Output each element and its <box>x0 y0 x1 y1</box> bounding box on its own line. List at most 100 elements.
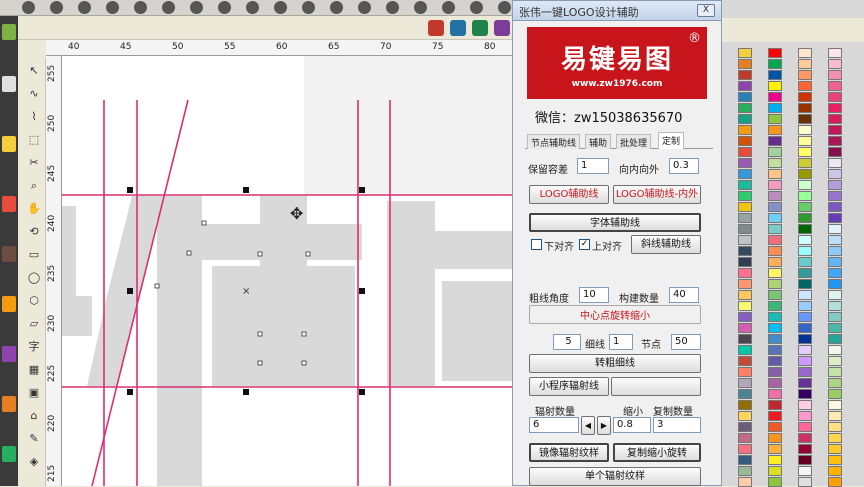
thick-angle-input[interactable]: 10 <box>579 287 609 303</box>
color-swatch[interactable] <box>738 246 752 256</box>
color-swatch[interactable] <box>798 48 812 58</box>
color-swatch[interactable] <box>828 433 842 443</box>
toolbar-icon[interactable] <box>50 1 63 14</box>
color-swatch[interactable] <box>768 213 782 223</box>
color-swatch[interactable] <box>738 81 752 91</box>
color-swatch[interactable] <box>738 323 752 333</box>
color-swatch[interactable] <box>738 136 752 146</box>
color-swatch[interactable] <box>768 257 782 267</box>
color-swatch[interactable] <box>738 180 752 190</box>
color-swatch[interactable] <box>768 312 782 322</box>
color-swatch[interactable] <box>768 422 782 432</box>
thin-input[interactable]: 1 <box>609 334 633 350</box>
color-swatch[interactable] <box>828 92 842 102</box>
color-swatch[interactable] <box>798 169 812 179</box>
tab-node-guides[interactable]: 节点辅助线 <box>527 134 581 149</box>
color-swatch[interactable] <box>738 92 752 102</box>
toolbar-icon[interactable] <box>386 1 399 14</box>
color-swatch[interactable] <box>828 466 842 476</box>
color-swatch[interactable] <box>798 301 812 311</box>
color-swatch[interactable] <box>828 114 842 124</box>
color-swatch[interactable] <box>828 301 842 311</box>
color-swatch[interactable] <box>768 367 782 377</box>
color-swatch[interactable] <box>828 158 842 168</box>
color-swatch[interactable] <box>738 301 752 311</box>
logo-guide-inout-button[interactable]: LOGO辅助线-内外 <box>613 185 701 204</box>
tool-icon[interactable]: ⬡ <box>25 292 43 310</box>
color-swatch[interactable] <box>828 81 842 91</box>
color-swatch[interactable] <box>828 257 842 267</box>
color-swatch[interactable] <box>768 378 782 388</box>
color-swatch[interactable] <box>768 455 782 465</box>
color-swatch[interactable] <box>798 400 812 410</box>
tab-custom[interactable]: 定制 <box>658 132 685 149</box>
color-swatch[interactable] <box>738 312 752 322</box>
color-swatch[interactable] <box>798 70 812 80</box>
color-palette[interactable] <box>722 0 864 487</box>
color-swatch[interactable] <box>768 48 782 58</box>
color-swatch[interactable] <box>798 356 812 366</box>
color-swatch[interactable] <box>828 378 842 388</box>
color-swatch[interactable] <box>768 356 782 366</box>
color-swatch[interactable] <box>738 400 752 410</box>
color-swatch[interactable] <box>768 180 782 190</box>
app-icon[interactable] <box>2 246 16 262</box>
color-swatch[interactable] <box>768 92 782 102</box>
close-button[interactable]: X <box>697 4 715 17</box>
toolbar-icon[interactable] <box>190 1 203 14</box>
tool-icon[interactable]: ⬚ <box>25 131 43 149</box>
color-swatch[interactable] <box>738 466 752 476</box>
color-swatch[interactable] <box>768 389 782 399</box>
tool-icon[interactable]: ▭ <box>25 246 43 264</box>
blank-button[interactable] <box>611 377 701 396</box>
color-swatch[interactable] <box>768 224 782 234</box>
color-swatch[interactable] <box>738 59 752 69</box>
color-swatch[interactable] <box>828 455 842 465</box>
color-swatch[interactable] <box>828 444 842 454</box>
color-swatch[interactable] <box>738 257 752 267</box>
tool-icon[interactable]: ⌕ <box>25 177 43 195</box>
drawing-canvas[interactable]: × ✥ <box>62 56 512 486</box>
tab-assist[interactable]: 辅助 <box>585 134 612 149</box>
color-swatch[interactable] <box>798 147 812 157</box>
color-swatch[interactable] <box>738 48 752 58</box>
color-swatch[interactable] <box>798 202 812 212</box>
color-swatch[interactable] <box>828 411 842 421</box>
copy-count-input[interactable]: 3 <box>653 417 701 433</box>
app-icon[interactable] <box>2 346 16 362</box>
color-swatch[interactable] <box>738 345 752 355</box>
toolbar-icon[interactable] <box>246 1 259 14</box>
logo-guide-button[interactable]: LOGO辅助线 <box>529 185 609 204</box>
color-swatch[interactable] <box>798 257 812 267</box>
color-swatch[interactable] <box>738 213 752 223</box>
tolerance-input[interactable]: 1 <box>577 158 609 174</box>
color-swatch[interactable] <box>798 103 812 113</box>
color-swatch[interactable] <box>768 114 782 124</box>
color-swatch[interactable] <box>738 147 752 157</box>
color-swatch[interactable] <box>828 323 842 333</box>
color-swatch[interactable] <box>738 389 752 399</box>
color-swatch[interactable] <box>828 290 842 300</box>
toolbar-icon[interactable] <box>22 1 35 14</box>
color-swatch[interactable] <box>738 224 752 234</box>
color-swatch[interactable] <box>828 422 842 432</box>
tool-icon[interactable]: ⌇ <box>25 108 43 126</box>
color-swatch[interactable] <box>798 224 812 234</box>
color-swatch[interactable] <box>798 59 812 69</box>
radial-count-input[interactable]: 6 <box>529 417 579 433</box>
color-swatch[interactable] <box>828 246 842 256</box>
color-swatch[interactable] <box>768 433 782 443</box>
color-swatch[interactable] <box>768 147 782 157</box>
toolbar-icon[interactable] <box>414 1 427 14</box>
color-swatch[interactable] <box>798 235 812 245</box>
tool-icon[interactable]: ∿ <box>25 85 43 103</box>
color-swatch[interactable] <box>738 268 752 278</box>
single-radial-button[interactable]: 单个辐射纹样 <box>529 467 701 486</box>
color-swatch[interactable] <box>798 279 812 289</box>
toolbar-icon[interactable] <box>106 1 119 14</box>
color-swatch[interactable] <box>798 466 812 476</box>
tool-icon[interactable]: ↖ <box>25 62 43 80</box>
color-swatch[interactable] <box>798 378 812 388</box>
color-swatch[interactable] <box>798 422 812 432</box>
color-swatch[interactable] <box>798 323 812 333</box>
